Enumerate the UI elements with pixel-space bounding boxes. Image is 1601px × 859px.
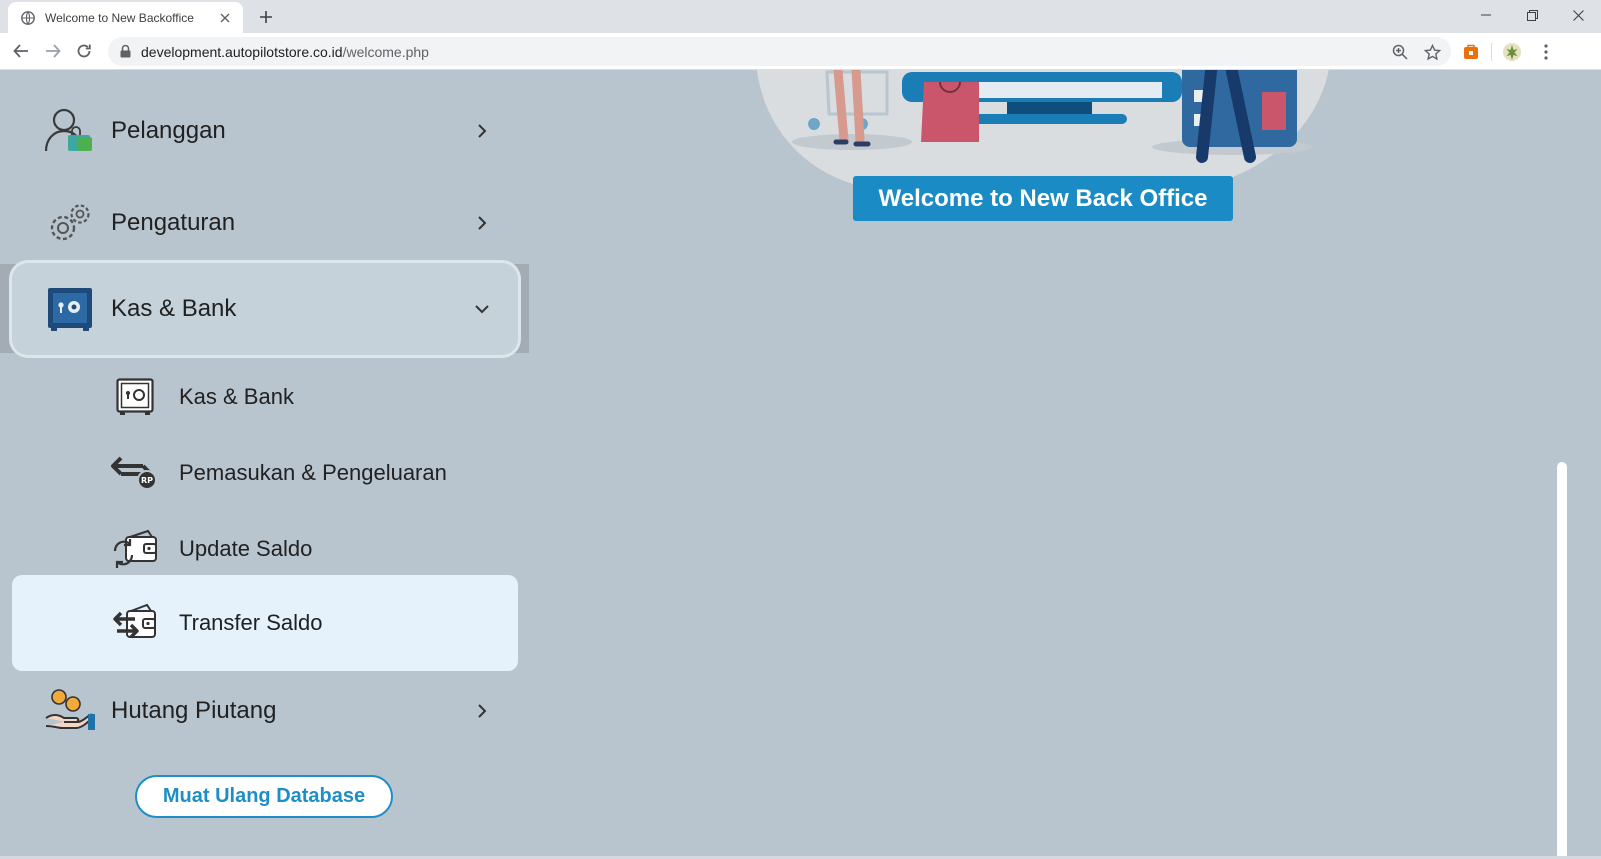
sidebar-item-hutang-piutang[interactable]: Hutang Piutang bbox=[12, 665, 518, 757]
reload-icon[interactable] bbox=[71, 38, 97, 64]
chevron-right-icon bbox=[474, 123, 490, 139]
sidebar-item-label: Hutang Piutang bbox=[111, 697, 277, 724]
address-bar[interactable]: development.autopilotstore.co.id/welcome… bbox=[108, 37, 1451, 66]
wallet-transfer-icon bbox=[110, 601, 160, 645]
url-text: development.autopilotstore.co.id/welcome… bbox=[141, 44, 429, 60]
submenu-item-kas-bank[interactable]: Kas & Bank bbox=[12, 359, 518, 435]
scrollbar-thumb[interactable] bbox=[1557, 462, 1567, 859]
page-edge bbox=[1568, 70, 1601, 859]
sidebar-item-label: Kas & Bank bbox=[111, 295, 237, 322]
extension-bag-icon[interactable] bbox=[1457, 38, 1485, 66]
lock-icon bbox=[118, 45, 132, 59]
customer-icon bbox=[44, 105, 96, 157]
sidebar-item-label: Pengaturan bbox=[111, 209, 236, 236]
gears-icon bbox=[44, 197, 96, 249]
url-path: /welcome.php bbox=[342, 43, 429, 60]
globe-icon bbox=[20, 10, 36, 26]
browser-tab[interactable]: Welcome to New Backoffice bbox=[8, 2, 243, 33]
wallet-refresh-icon bbox=[110, 527, 160, 571]
new-tab-icon[interactable] bbox=[256, 7, 276, 27]
back-icon[interactable] bbox=[8, 38, 34, 64]
submenu-item-label: Transfer Saldo bbox=[179, 610, 323, 635]
minimize-icon[interactable] bbox=[1463, 0, 1509, 30]
submenu-item-transfer-saldo[interactable]: Transfer Saldo bbox=[12, 575, 518, 671]
submenu-item-pemasukan-pengeluaran[interactable]: RP Pemasukan & Pengeluaran bbox=[12, 435, 518, 511]
chevron-right-icon bbox=[474, 215, 490, 231]
sidebar-item-pengaturan[interactable]: Pengaturan bbox=[12, 177, 518, 269]
coins-hand-icon bbox=[44, 685, 96, 737]
browser-toolbar: development.autopilotstore.co.id/welcome… bbox=[0, 33, 1601, 70]
exchange-rp-icon: RP bbox=[110, 451, 160, 495]
zoom-icon[interactable] bbox=[1389, 41, 1411, 63]
close-window-icon[interactable] bbox=[1555, 0, 1601, 30]
url-host: development.autopilotstore.co.id bbox=[141, 43, 343, 60]
tab-title: Welcome to New Backoffice bbox=[45, 10, 194, 25]
tab-strip: Welcome to New Backoffice bbox=[0, 0, 1601, 33]
safe-outline-icon bbox=[110, 375, 160, 419]
reload-database-button[interactable]: Muat Ulang Database bbox=[135, 775, 393, 818]
submenu-item-label: Pemasukan & Pengeluaran bbox=[179, 460, 447, 485]
sidebar-item-pelanggan[interactable]: Pelanggan bbox=[12, 85, 518, 177]
omnibox-icons bbox=[1389, 41, 1443, 63]
chevron-right-icon bbox=[474, 703, 490, 719]
extensions-area bbox=[1457, 38, 1566, 66]
sidebar-item-label: Pelanggan bbox=[111, 117, 226, 144]
safe-icon bbox=[44, 283, 96, 335]
submenu-item-label: Kas & Bank bbox=[179, 384, 294, 409]
bookmark-star-icon[interactable] bbox=[1421, 41, 1443, 63]
welcome-banner: Welcome to New Back Office bbox=[853, 176, 1233, 221]
chevron-down-icon bbox=[474, 301, 490, 317]
sidebar-item-kas-bank[interactable]: Kas & Bank bbox=[12, 263, 518, 355]
close-tab-icon[interactable] bbox=[217, 10, 233, 26]
browser-menu-icon[interactable] bbox=[1532, 38, 1560, 66]
shopping-illustration bbox=[757, 70, 1329, 190]
profile-avatar-icon[interactable] bbox=[1498, 38, 1526, 66]
toolbar-separator bbox=[1491, 43, 1492, 61]
page-content: Welcome to New Back Office Pelanggan Pen… bbox=[0, 70, 1601, 859]
svg-text:RP: RP bbox=[141, 476, 153, 485]
submenu-item-label: Update Saldo bbox=[179, 536, 313, 561]
forward-icon[interactable] bbox=[40, 38, 66, 64]
restore-icon[interactable] bbox=[1509, 0, 1555, 30]
window-controls bbox=[1463, 0, 1601, 30]
